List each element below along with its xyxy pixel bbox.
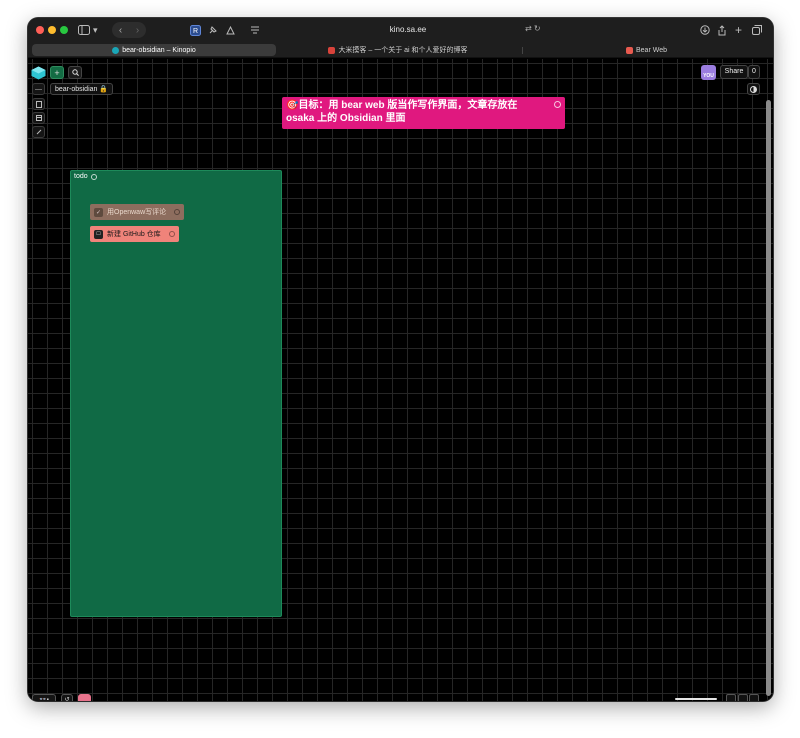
cloud-icon[interactable] — [225, 23, 236, 37]
zoom-slider[interactable] — [675, 698, 717, 700]
theme-toggle-button[interactable] — [747, 83, 760, 95]
tab-separator — [522, 47, 523, 54]
todo-card[interactable]: ✓ 用Openwaw写评论 — [90, 204, 184, 220]
tab-label: 大米摸客 – 一个关于 ai 和个人爱好的博客 — [338, 47, 468, 54]
minimize-toolbar-button[interactable]: — — [32, 83, 45, 95]
tab-bar: bear-obsidian – Kinopio 大米摸客 – 一个关于 ai 和… — [28, 42, 773, 58]
contrast-icon — [750, 85, 757, 93]
zoom-button[interactable] — [738, 694, 748, 701]
draw-tool-button[interactable] — [32, 126, 45, 138]
close-window-button[interactable] — [36, 26, 44, 34]
card-icon — [35, 100, 42, 108]
tab-label: bear-obsidian – Kinopio — [122, 46, 196, 54]
kinopio-logo-icon[interactable] — [31, 66, 46, 80]
download-icon[interactable] — [700, 23, 710, 37]
page-menu-icon[interactable] — [250, 23, 260, 37]
blog-favicon-icon — [328, 46, 336, 54]
box-icon — [35, 115, 42, 121]
card-text: 新建 GitHub 仓库 — [107, 231, 161, 238]
share-button[interactable]: Share — [720, 65, 748, 79]
layout-button[interactable] — [749, 694, 759, 701]
tab-label: Bear Web — [636, 46, 667, 54]
minimize-window-button[interactable] — [48, 26, 56, 34]
kinopio-canvas[interactable]: + bear-obsidian 🔒 — YOU Share 0 🎯目标：用 be… — [28, 59, 773, 701]
glasses-icon: 👓▪ — [39, 696, 49, 702]
user-avatar[interactable]: YOU — [701, 65, 716, 80]
tab-kinopio[interactable]: bear-obsidian – Kinopio — [32, 44, 276, 56]
card-connector-icon[interactable] — [169, 231, 175, 237]
checkbox-icon[interactable]: □ — [94, 229, 103, 239]
card-text: 用Openwaw写评论 — [107, 209, 167, 216]
forward-button[interactable]: › — [129, 22, 146, 38]
card-connector-icon[interactable] — [174, 209, 180, 215]
goal-card-text: 🎯目标：用 bear web 版当作写作界面，文章存放在 osaka 上的 Ob… — [286, 100, 518, 124]
community-toggle-button[interactable]: 👓▪ — [32, 694, 56, 701]
space-name-button[interactable]: bear-obsidian 🔒 — [50, 83, 114, 95]
goal-card[interactable]: 🎯目标：用 bear web 版当作写作界面，文章存放在 osaka 上的 Ob… — [282, 97, 565, 129]
svg-text:R: R — [193, 28, 198, 35]
chevron-down-icon[interactable]: ▾ — [93, 23, 98, 37]
search-icon — [71, 69, 79, 76]
undo-icon: ↺ — [64, 696, 70, 702]
extension-icon[interactable]: R — [190, 23, 201, 37]
vertical-scrollbar[interactable] — [766, 100, 771, 696]
browser-toolbar: ▾ ‹ › R kino.sa.ee ⇄ ↻ + — [28, 18, 773, 42]
box-connector-icon[interactable] — [90, 173, 97, 180]
add-card-button[interactable]: + — [50, 66, 64, 79]
box-label[interactable]: todo — [71, 171, 100, 182]
new-tab-icon[interactable]: + — [735, 23, 742, 37]
collaborators-count[interactable]: 0 — [748, 65, 760, 79]
sidebar-toggle-icon[interactable] — [78, 23, 90, 37]
box-label-text: todo — [74, 173, 88, 180]
tab-damimoke[interactable]: 大米摸客 – 一个关于 ai 和个人爱好的博客 — [278, 44, 518, 56]
browser-window: ▾ ‹ › R kino.sa.ee ⇄ ↻ + bear-obsidian –… — [28, 18, 773, 701]
minimap-button[interactable] — [726, 694, 736, 701]
card-tool-button[interactable] — [32, 98, 45, 110]
notifications-button[interactable] — [78, 694, 91, 701]
todo-card[interactable]: □ 新建 GitHub 仓库 — [90, 226, 179, 242]
zoom-window-button[interactable] — [60, 26, 68, 34]
tab-overview-icon[interactable] — [752, 23, 762, 37]
undo-button[interactable]: ↺ — [61, 694, 73, 701]
address-bar[interactable]: kino.sa.ee — [328, 24, 488, 36]
checkbox-icon[interactable]: ✓ — [94, 207, 103, 217]
search-button[interactable] — [68, 66, 82, 79]
back-button[interactable]: ‹ — [112, 22, 129, 38]
avatar-label: YOU — [703, 73, 714, 79]
history-navigation: ‹ › — [112, 22, 146, 38]
lock-icon: 🔒 — [99, 86, 109, 93]
card-connector-icon[interactable] — [554, 101, 561, 108]
tab-bear-web[interactable]: Bear Web — [524, 44, 769, 56]
pin-icon[interactable] — [208, 23, 218, 37]
translate-icon[interactable]: ⇄ ↻ — [525, 24, 541, 33]
bear-favicon-icon — [626, 46, 633, 54]
box-tool-button[interactable] — [32, 112, 45, 124]
space-name-label: bear-obsidian — [55, 86, 98, 93]
pencil-icon — [36, 129, 41, 135]
share-icon[interactable] — [717, 23, 727, 37]
kinopio-favicon-icon — [112, 46, 120, 54]
